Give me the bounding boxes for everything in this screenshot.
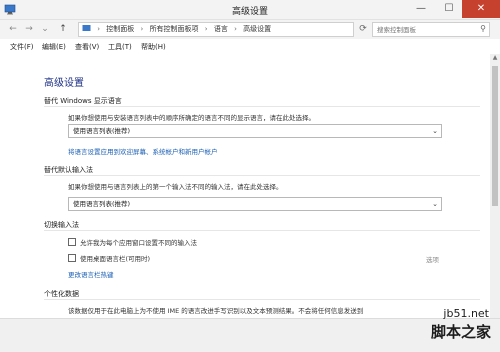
- chevron-down-icon: ⌄: [432, 127, 438, 135]
- page-title: 高级设置: [44, 78, 84, 89]
- chevron-down-icon: ⌄: [432, 200, 438, 208]
- back-button[interactable]: ←: [6, 22, 20, 36]
- watermark-name: 脚本之家: [430, 323, 491, 341]
- address-folder-icon: [79, 23, 91, 36]
- search-icon[interactable]: ⚲: [480, 24, 486, 33]
- desktop-language-bar-checkbox[interactable]: [68, 254, 76, 262]
- breadcrumb-item[interactable]: 语言: [214, 23, 228, 36]
- menu-file[interactable]: 文件(F): [10, 42, 34, 52]
- watermark-url: jb51.net: [443, 307, 489, 320]
- change-hotkeys-link[interactable]: 更改语言栏热键: [68, 269, 114, 279]
- breadcrumb-item[interactable]: 所有控制面板项: [150, 23, 199, 36]
- maximize-button[interactable]: ☐: [436, 0, 462, 18]
- search-box: ⚲: [372, 22, 490, 37]
- site-watermark: jb51.net 脚本之家: [395, 307, 495, 351]
- per-app-input-label: 允许我为每个应用窗口设置不同的输入法: [80, 239, 197, 247]
- breadcrumb-item[interactable]: 控制面板: [106, 23, 134, 36]
- breadcrumb-separator: ›: [97, 25, 101, 33]
- section-heading-switch-input: 切换输入法: [44, 221, 79, 229]
- address-bar[interactable]: › 控制面板 › 所有控制面板项 › 语言 › 高级设置: [78, 22, 354, 37]
- display-language-select-value: 使用语言列表(推荐): [73, 127, 131, 135]
- search-input[interactable]: [373, 23, 473, 36]
- divider: [44, 230, 480, 231]
- scrollbar-thumb[interactable]: [492, 66, 498, 206]
- menu-edit[interactable]: 编辑(E): [42, 42, 66, 52]
- language-bar-options-link[interactable]: 选项: [426, 254, 439, 264]
- forward-button[interactable]: →: [22, 22, 36, 36]
- divider: [44, 175, 480, 176]
- desktop-language-bar-label: 使用桌面语言栏(可用时): [80, 255, 151, 263]
- menu-help[interactable]: 帮助(H): [141, 42, 166, 52]
- main-content: 高级设置 替代 Windows 显示语言 如果你想使用与安装语言列表中的顺序所确…: [0, 54, 490, 318]
- section-heading-display-language: 替代 Windows 显示语言: [44, 97, 122, 105]
- minimize-button[interactable]: —: [408, 0, 434, 18]
- menu-tools[interactable]: 工具(T): [108, 42, 132, 52]
- display-language-select[interactable]: 使用语言列表(推荐) ⌄: [68, 124, 442, 138]
- recent-locations-icon[interactable]: ⌄: [38, 22, 52, 36]
- divider: [44, 299, 480, 300]
- section-heading-personalization: 个性化数据: [44, 290, 79, 298]
- default-input-select[interactable]: 使用语言列表(推荐) ⌄: [68, 197, 442, 211]
- display-language-description: 如果你想使用与安装语言列表中的顺序所确定的语言不同的显示语言，请在此处选择。: [68, 114, 315, 122]
- refresh-button[interactable]: ⟳: [356, 22, 370, 37]
- personalization-description: 该数据仅用于在此电脑上为不使用 IME 的语言改进手写识别以及文本预测结果。不会…: [68, 307, 364, 315]
- scroll-up-icon[interactable]: ▲: [490, 54, 500, 64]
- apply-language-settings-link[interactable]: 将语言设置应用到欢迎屏幕、系统帐户和新用户帐户: [68, 146, 218, 156]
- desktop-language-bar-option[interactable]: 使用桌面语言栏(可用时): [68, 253, 150, 263]
- breadcrumb-separator: ›: [140, 25, 144, 33]
- per-app-input-checkbox[interactable]: [68, 238, 76, 246]
- default-input-select-value: 使用语言列表(推荐): [73, 200, 131, 208]
- menu-bar: 文件(F) 编辑(E) 查看(V) 工具(T) 帮助(H): [0, 39, 500, 54]
- breadcrumb-item[interactable]: 高级设置: [243, 23, 271, 36]
- address-row: ← → ⌄ ↑ › 控制面板 › 所有控制面板项 › 语言 › 高级设置 ⟳ ⚲: [0, 20, 500, 39]
- vertical-scrollbar[interactable]: ▲: [490, 54, 500, 318]
- breadcrumb-separator: ›: [204, 25, 208, 33]
- breadcrumb-separator: ›: [234, 25, 237, 33]
- per-app-input-option[interactable]: 允许我为每个应用窗口设置不同的输入法: [68, 237, 197, 247]
- divider: [44, 106, 480, 107]
- close-button[interactable]: ✕: [462, 0, 500, 18]
- default-input-description: 如果你想使用与语言列表上的第一个输入法不同的输入法，请在此处选择。: [68, 183, 283, 191]
- menu-view[interactable]: 查看(V): [75, 42, 99, 52]
- up-button[interactable]: ↑: [56, 22, 70, 36]
- section-heading-default-input: 替代默认输入法: [44, 166, 93, 174]
- title-bar: 高级设置 — ☐ ✕: [0, 0, 500, 20]
